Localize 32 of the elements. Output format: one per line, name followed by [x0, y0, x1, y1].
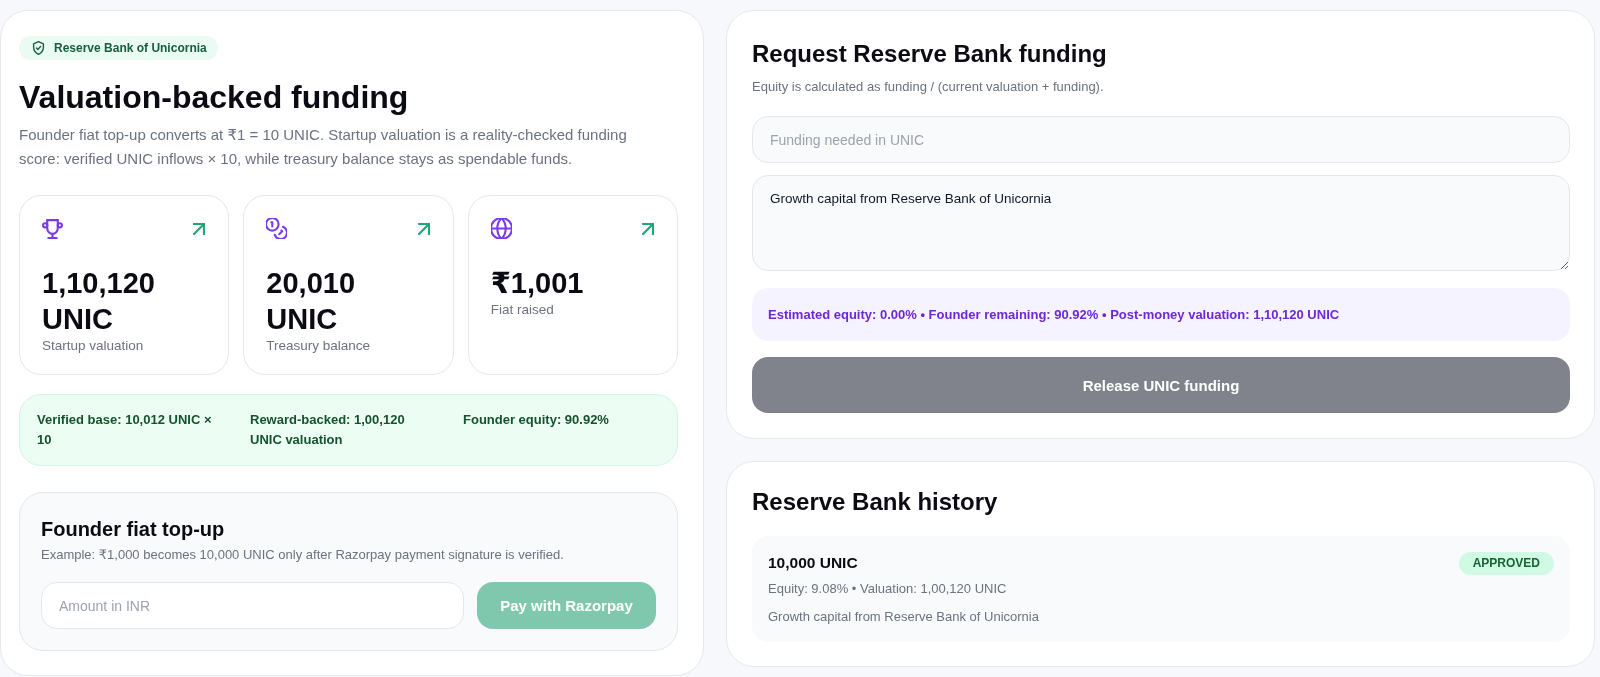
summary-item: Verified base: 10,012 UNIC × 10 [37, 411, 213, 449]
arrow-up-right-icon [193, 223, 206, 235]
stat-label: Startup valuation [42, 337, 145, 355]
stat-value: 20,010 UNIC [266, 266, 357, 337]
request-description: Equity is calculated as funding / (current valuation + funding). [752, 78, 1105, 96]
amount-input[interactable]: Amount in INR [41, 582, 464, 629]
status-badge: APPROVED [1458, 551, 1554, 575]
history-title: Reserve Bank history [752, 487, 999, 516]
stat-value: ₹1,001 [490, 266, 585, 301]
entry-amount: 10,000 UNIC [768, 553, 858, 573]
summary-item: Reward-backed: 1,00,120 UNIC valuation [250, 411, 406, 449]
stat-label: Fiat raised [490, 301, 555, 319]
coins-icon [266, 218, 288, 239]
estimate-summary: Estimated equity: 0.00% • Founder remaining: 90.92% • Post-money valuation: 1,10,120 UNIC [752, 288, 1570, 341]
trophy-icon [42, 218, 63, 239]
note-textarea[interactable]: Growth capital from Reserve Bank of Unicornia [752, 175, 1570, 271]
summary-item: Founder equity: 90.92% [463, 411, 610, 429]
stat-label: Treasury balance [266, 337, 372, 355]
request-title: Request Reserve Bank funding [752, 39, 1108, 68]
topup-title: Founder fiat top-up [41, 517, 226, 542]
topup-description: Example: ₹1,000 becomes 10,000 UNIC only after Razorpay payment signature is verified. [41, 546, 565, 564]
entry-note: Growth capital from Reserve Bank of Unicornia [768, 608, 1040, 626]
badge-label: Reserve Bank of Unicornia [54, 41, 207, 55]
stat-value: 1,10,120 UNIC [42, 266, 156, 337]
funding-amount-input[interactable]: Funding needed in UNIC [752, 116, 1570, 163]
shield-check-icon [32, 41, 45, 55]
arrow-up-right-icon [642, 223, 654, 235]
page-description: Founder fiat top-up converts at ₹1 = 10 UNIC. Startup valuation is a reality-checked funding score: verified UNIC inflows × 10, while treasury balance stays as spendable funds. [19, 125, 628, 169]
entry-details: Equity: 9.08% • Valuation: 1,00,120 UNIC [768, 580, 1008, 598]
arrow-up-right-icon [417, 223, 430, 235]
page-title: Valuation-backed funding [19, 78, 410, 116]
globe-icon [490, 218, 512, 239]
